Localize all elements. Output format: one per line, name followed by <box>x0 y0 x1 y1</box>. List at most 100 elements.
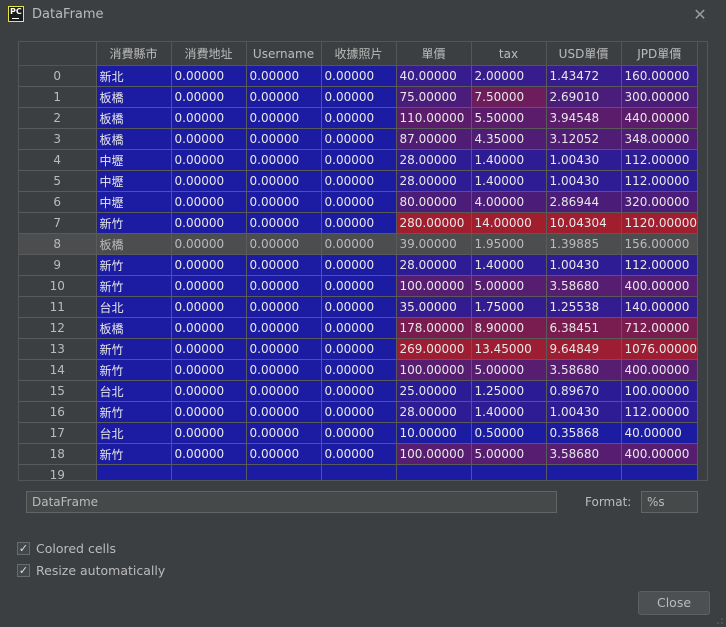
table-cell[interactable]: 1.95000 <box>471 233 547 255</box>
table-cell[interactable]: 0.00000 <box>246 65 322 87</box>
table-cell[interactable]: 0.00000 <box>246 317 322 339</box>
table-cell[interactable]: 0.00000 <box>171 128 247 150</box>
table-cell[interactable]: 0.00000 <box>246 107 322 129</box>
row-index-cell[interactable]: 9 <box>19 254 97 276</box>
table-cell[interactable]: 0.00000 <box>171 380 247 402</box>
row-index-cell[interactable]: 15 <box>19 380 97 402</box>
table-cell[interactable]: 0.00000 <box>171 359 247 381</box>
table-cell[interactable]: 0.00000 <box>321 254 397 276</box>
table-cell[interactable]: 112.00000 <box>621 254 699 276</box>
table-cell[interactable]: 0.00000 <box>171 86 247 108</box>
table-cell[interactable]: 40.00000 <box>621 422 699 444</box>
row-index-cell[interactable]: 1 <box>19 86 97 108</box>
row-index-cell[interactable]: 16 <box>19 401 97 423</box>
table-cell[interactable]: 4.00000 <box>471 191 547 213</box>
table-cell[interactable]: 台北 <box>96 296 172 318</box>
table-row[interactable]: 3 板橋 0.00000 0.00000 0.00000 87.00000 4.35000 3… <box>19 128 699 150</box>
table-row[interactable]: 12 板橋 0.00000 0.00000 0.00000 178.00000 8.9000… <box>19 317 699 339</box>
table-cell[interactable]: 3.58680 <box>546 359 622 381</box>
dataframe-table[interactable]: 消費縣市 消費地址 Username 收據照片 單價 tax USD單價 JPD單價 0 新北 0… <box>19 42 699 480</box>
table-cell[interactable]: 0.00000 <box>171 254 247 276</box>
table-cell[interactable]: 5.00000 <box>471 359 547 381</box>
table-cell[interactable]: 0.00000 <box>246 359 322 381</box>
table-cell[interactable]: 板橋 <box>96 233 172 255</box>
row-index-cell[interactable]: 19 <box>19 464 97 480</box>
table-row[interactable]: 18 新竹 0.00000 0.00000 0.00000 100.00000 5.0000… <box>19 443 699 465</box>
table-cell[interactable]: 台北 <box>96 422 172 444</box>
table-row[interactable]: 0 新北 0.00000 0.00000 0.00000 40.00000 2.00000 1… <box>19 65 699 87</box>
table-row[interactable]: 14 新竹 0.00000 0.00000 0.00000 100.00000 5.0000… <box>19 359 699 381</box>
table-cell[interactable]: 新竹 <box>96 443 172 465</box>
table-cell[interactable]: 2.00000 <box>471 65 547 87</box>
table-cell[interactable]: 28.00000 <box>396 254 472 276</box>
format-input[interactable]: %s <box>641 491 698 513</box>
table-cell[interactable]: 0.00000 <box>321 296 397 318</box>
table-cell[interactable]: 0.00000 <box>246 149 322 171</box>
table-cell[interactable]: 0.00000 <box>321 107 397 129</box>
row-index-cell[interactable]: 8 <box>19 233 97 255</box>
table-cell[interactable]: 0.00000 <box>246 170 322 192</box>
index-column-header[interactable] <box>19 42 97 66</box>
row-index-cell[interactable]: 12 <box>19 317 97 339</box>
table-cell[interactable]: 0.00000 <box>171 149 247 171</box>
row-index-cell[interactable]: 7 <box>19 212 97 234</box>
table-row[interactable]: 9 新竹 0.00000 0.00000 0.00000 28.00000 1.40000 1… <box>19 254 699 276</box>
table-cell[interactable]: 3.94548 <box>546 107 622 129</box>
row-index-cell[interactable]: 5 <box>19 170 97 192</box>
table-cell[interactable]: 5.00000 <box>471 275 547 297</box>
table-cell[interactable]: 中壢 <box>96 170 172 192</box>
table-cell[interactable]: 1.40000 <box>471 149 547 171</box>
table-cell[interactable]: 1.75000 <box>471 296 547 318</box>
table-row[interactable]: 13 新竹 0.00000 0.00000 0.00000 269.00000 13.450… <box>19 338 699 360</box>
table-cell[interactable]: 0.00000 <box>321 149 397 171</box>
table-cell[interactable]: 6.38451 <box>546 317 622 339</box>
table-cell[interactable]: 0.00000 <box>171 107 247 129</box>
table-cell[interactable]: 0.00000 <box>321 338 397 360</box>
table-cell[interactable]: 13.45000 <box>471 338 547 360</box>
table-cell[interactable]: 400.00000 <box>621 275 699 297</box>
row-index-cell[interactable]: 10 <box>19 275 97 297</box>
table-cell[interactable]: 28.00000 <box>396 401 472 423</box>
table-cell[interactable]: 板橋 <box>96 317 172 339</box>
table-cell[interactable]: 712.00000 <box>621 317 699 339</box>
table-cell[interactable]: 新竹 <box>96 212 172 234</box>
table-cell[interactable]: 0.00000 <box>171 422 247 444</box>
row-index-cell[interactable]: 4 <box>19 149 97 171</box>
table-cell[interactable]: 112.00000 <box>621 401 699 423</box>
table-cell[interactable]: 0.00000 <box>246 401 322 423</box>
table-cell[interactable]: 80.00000 <box>396 191 472 213</box>
table-cell[interactable]: 0.00000 <box>246 233 322 255</box>
dataframe-name-field[interactable]: DataFrame <box>26 491 557 513</box>
resize-grip-icon[interactable] <box>716 617 724 625</box>
table-cell[interactable]: 0.00000 <box>171 296 247 318</box>
table-cell[interactable]: 0.00000 <box>246 275 322 297</box>
table-cell[interactable]: 0.00000 <box>321 170 397 192</box>
table-cell[interactable]: 0.00000 <box>171 170 247 192</box>
table-cell[interactable]: 100.00000 <box>396 443 472 465</box>
table-cell[interactable]: 14.00000 <box>471 212 547 234</box>
table-cell[interactable]: 0.00000 <box>171 212 247 234</box>
table-cell[interactable]: 0.35868 <box>546 422 622 444</box>
table-cell[interactable]: 新竹 <box>96 338 172 360</box>
table-cell[interactable]: 1.40000 <box>471 170 547 192</box>
table-cell[interactable]: 40.00000 <box>396 65 472 87</box>
table-cell[interactable]: 1.25538 <box>546 296 622 318</box>
column-header[interactable]: 收據照片 <box>321 42 397 66</box>
column-header[interactable]: 單價 <box>396 42 472 66</box>
table-cell[interactable]: 板橋 <box>96 86 172 108</box>
table-cell[interactable]: 25.00000 <box>396 380 472 402</box>
table-cell[interactable]: 0.00000 <box>171 338 247 360</box>
table-row[interactable]: 1 板橋 0.00000 0.00000 0.00000 75.00000 7.50000 2… <box>19 86 699 108</box>
row-index-cell[interactable]: 18 <box>19 443 97 465</box>
table-cell[interactable]: 1.39885 <box>546 233 622 255</box>
table-row[interactable]: 16 新竹 0.00000 0.00000 0.00000 28.00000 1.40000… <box>19 401 699 423</box>
table-cell[interactable]: 新北 <box>96 65 172 87</box>
table-cell[interactable] <box>96 464 172 480</box>
table-row[interactable]: 10 新竹 0.00000 0.00000 0.00000 100.00000 5.0000… <box>19 275 699 297</box>
table-cell[interactable]: 0.00000 <box>246 338 322 360</box>
table-cell[interactable]: 156.00000 <box>621 233 699 255</box>
table-cell[interactable]: 0.00000 <box>171 275 247 297</box>
table-cell[interactable]: 5.00000 <box>471 443 547 465</box>
table-cell[interactable]: 0.00000 <box>321 317 397 339</box>
table-row[interactable]: 5 中壢 0.00000 0.00000 0.00000 28.00000 1.40000 1… <box>19 170 699 192</box>
